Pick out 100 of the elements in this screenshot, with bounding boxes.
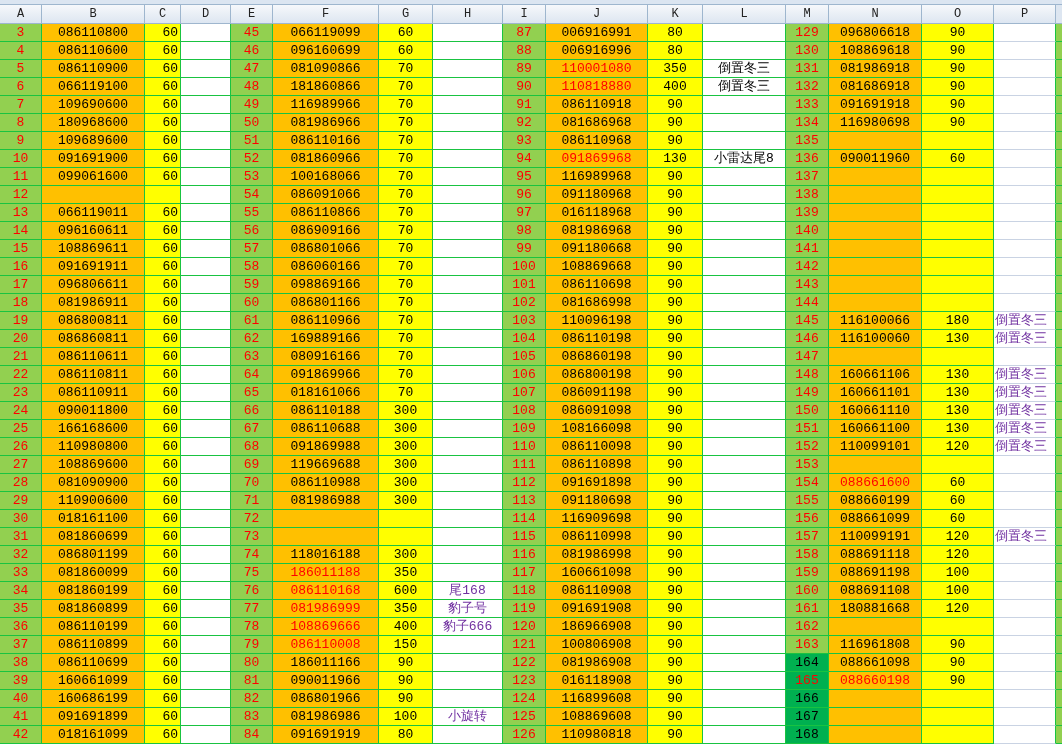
table-cell: 60 (145, 726, 181, 744)
column-header[interactable]: A (0, 5, 42, 24)
table-cell (433, 456, 503, 474)
table-cell (181, 348, 231, 366)
column-header[interactable]: D (181, 5, 231, 24)
table-cell (922, 708, 994, 726)
table-cell: 60 (145, 150, 181, 168)
table-cell: 160661100 (829, 420, 922, 438)
table-cell: 110096198 (546, 312, 648, 330)
table-cell: 100806908 (546, 636, 648, 654)
table-cell: 081986999 (273, 600, 379, 618)
column-header[interactable]: F (273, 5, 379, 24)
table-cell: 081686968 (546, 114, 648, 132)
table-cell: 70 (379, 132, 433, 150)
column-header[interactable]: N (829, 5, 922, 24)
table-cell: 099061600 (42, 168, 145, 186)
table-cell: 120 (922, 546, 994, 564)
table-cell: 088661600 (829, 474, 922, 492)
table-cell (994, 672, 1056, 690)
table-cell: 130 (922, 384, 994, 402)
table-cell: 600 (379, 582, 433, 600)
table-cell (181, 366, 231, 384)
table-cell: 119669688 (273, 456, 379, 474)
table-cell: 60 (145, 330, 181, 348)
table-cell: 60 (922, 474, 994, 492)
column-header[interactable]: G (379, 5, 433, 24)
table-cell: 086110899 (42, 636, 145, 654)
table-cell: 140 (786, 222, 829, 240)
column-header[interactable] (1056, 5, 1062, 24)
table-cell: 086801966 (273, 690, 379, 708)
table-cell: 086110866 (273, 204, 379, 222)
table-cell: 24 (0, 402, 42, 420)
table-cell (181, 492, 231, 510)
table-cell: 60 (922, 150, 994, 168)
table-cell: 142 (786, 258, 829, 276)
table-cell: 108869600 (42, 456, 145, 474)
column-header[interactable]: E (231, 5, 273, 24)
table-cell: 016118968 (546, 204, 648, 222)
table-cell: 46 (231, 42, 273, 60)
table-cell: 90 (648, 402, 703, 420)
column-header[interactable]: O (922, 5, 994, 24)
table-cell: 60 (922, 492, 994, 510)
column-header[interactable]: P (994, 5, 1056, 24)
table-cell (994, 492, 1056, 510)
table-cell: 132 (786, 78, 829, 96)
table-cell: 92 (503, 114, 546, 132)
column-header[interactable]: B (42, 5, 145, 24)
table-cell: 16 (0, 258, 42, 276)
column-header[interactable]: M (786, 5, 829, 24)
table-cell (181, 510, 231, 528)
column-header[interactable]: K (648, 5, 703, 24)
table-cell: 116989968 (546, 168, 648, 186)
table-cell: 18 (0, 294, 42, 312)
table-cell: 79 (231, 636, 273, 654)
table-cell: 32 (0, 546, 42, 564)
table-cell (181, 150, 231, 168)
table-cell: 350 (648, 60, 703, 78)
table-cell: 倒置冬三 (994, 366, 1056, 384)
table-cell (181, 312, 231, 330)
column-header[interactable]: I (503, 5, 546, 24)
table-cell (994, 150, 1056, 168)
table-cell (994, 546, 1056, 564)
table-cell: 36 (0, 618, 42, 636)
table-cell: 081860099 (42, 564, 145, 582)
table-cell: 60 (145, 96, 181, 114)
table-cell: 116961808 (829, 636, 922, 654)
table-cell: 091869968 (546, 150, 648, 168)
table-cell: 88 (503, 42, 546, 60)
table-cell: 110900600 (42, 492, 145, 510)
table-cell: 80 (379, 726, 433, 744)
column-header[interactable]: J (546, 5, 648, 24)
table-cell: 90 (648, 222, 703, 240)
table-cell: 130 (922, 402, 994, 420)
table-cell: 108166098 (546, 420, 648, 438)
column-header[interactable]: C (145, 5, 181, 24)
table-cell (994, 204, 1056, 222)
table-cell: 118016188 (273, 546, 379, 564)
table-cell: 59 (231, 276, 273, 294)
table-cell (433, 240, 503, 258)
table-cell (181, 564, 231, 582)
table-cell: 109 (503, 420, 546, 438)
column-header[interactable]: L (703, 5, 786, 24)
column-header[interactable]: H (433, 5, 503, 24)
table-cell: 39 (0, 672, 42, 690)
table-cell: 081090866 (273, 60, 379, 78)
table-cell: 098869166 (273, 276, 379, 294)
table-cell: 90 (922, 60, 994, 78)
table-cell: 倒置冬三 (994, 312, 1056, 330)
table-cell (433, 78, 503, 96)
table-cell: 60 (145, 582, 181, 600)
table-cell: 136 (786, 150, 829, 168)
table-cell: 90 (648, 348, 703, 366)
table-cell: 90 (648, 600, 703, 618)
table-cell: 180 (922, 312, 994, 330)
table-cell (994, 42, 1056, 60)
table-cell (145, 186, 181, 204)
table-cell (922, 258, 994, 276)
table-cell: 168 (786, 726, 829, 744)
table-cell: 96 (503, 186, 546, 204)
table-cell: 80 (648, 24, 703, 42)
